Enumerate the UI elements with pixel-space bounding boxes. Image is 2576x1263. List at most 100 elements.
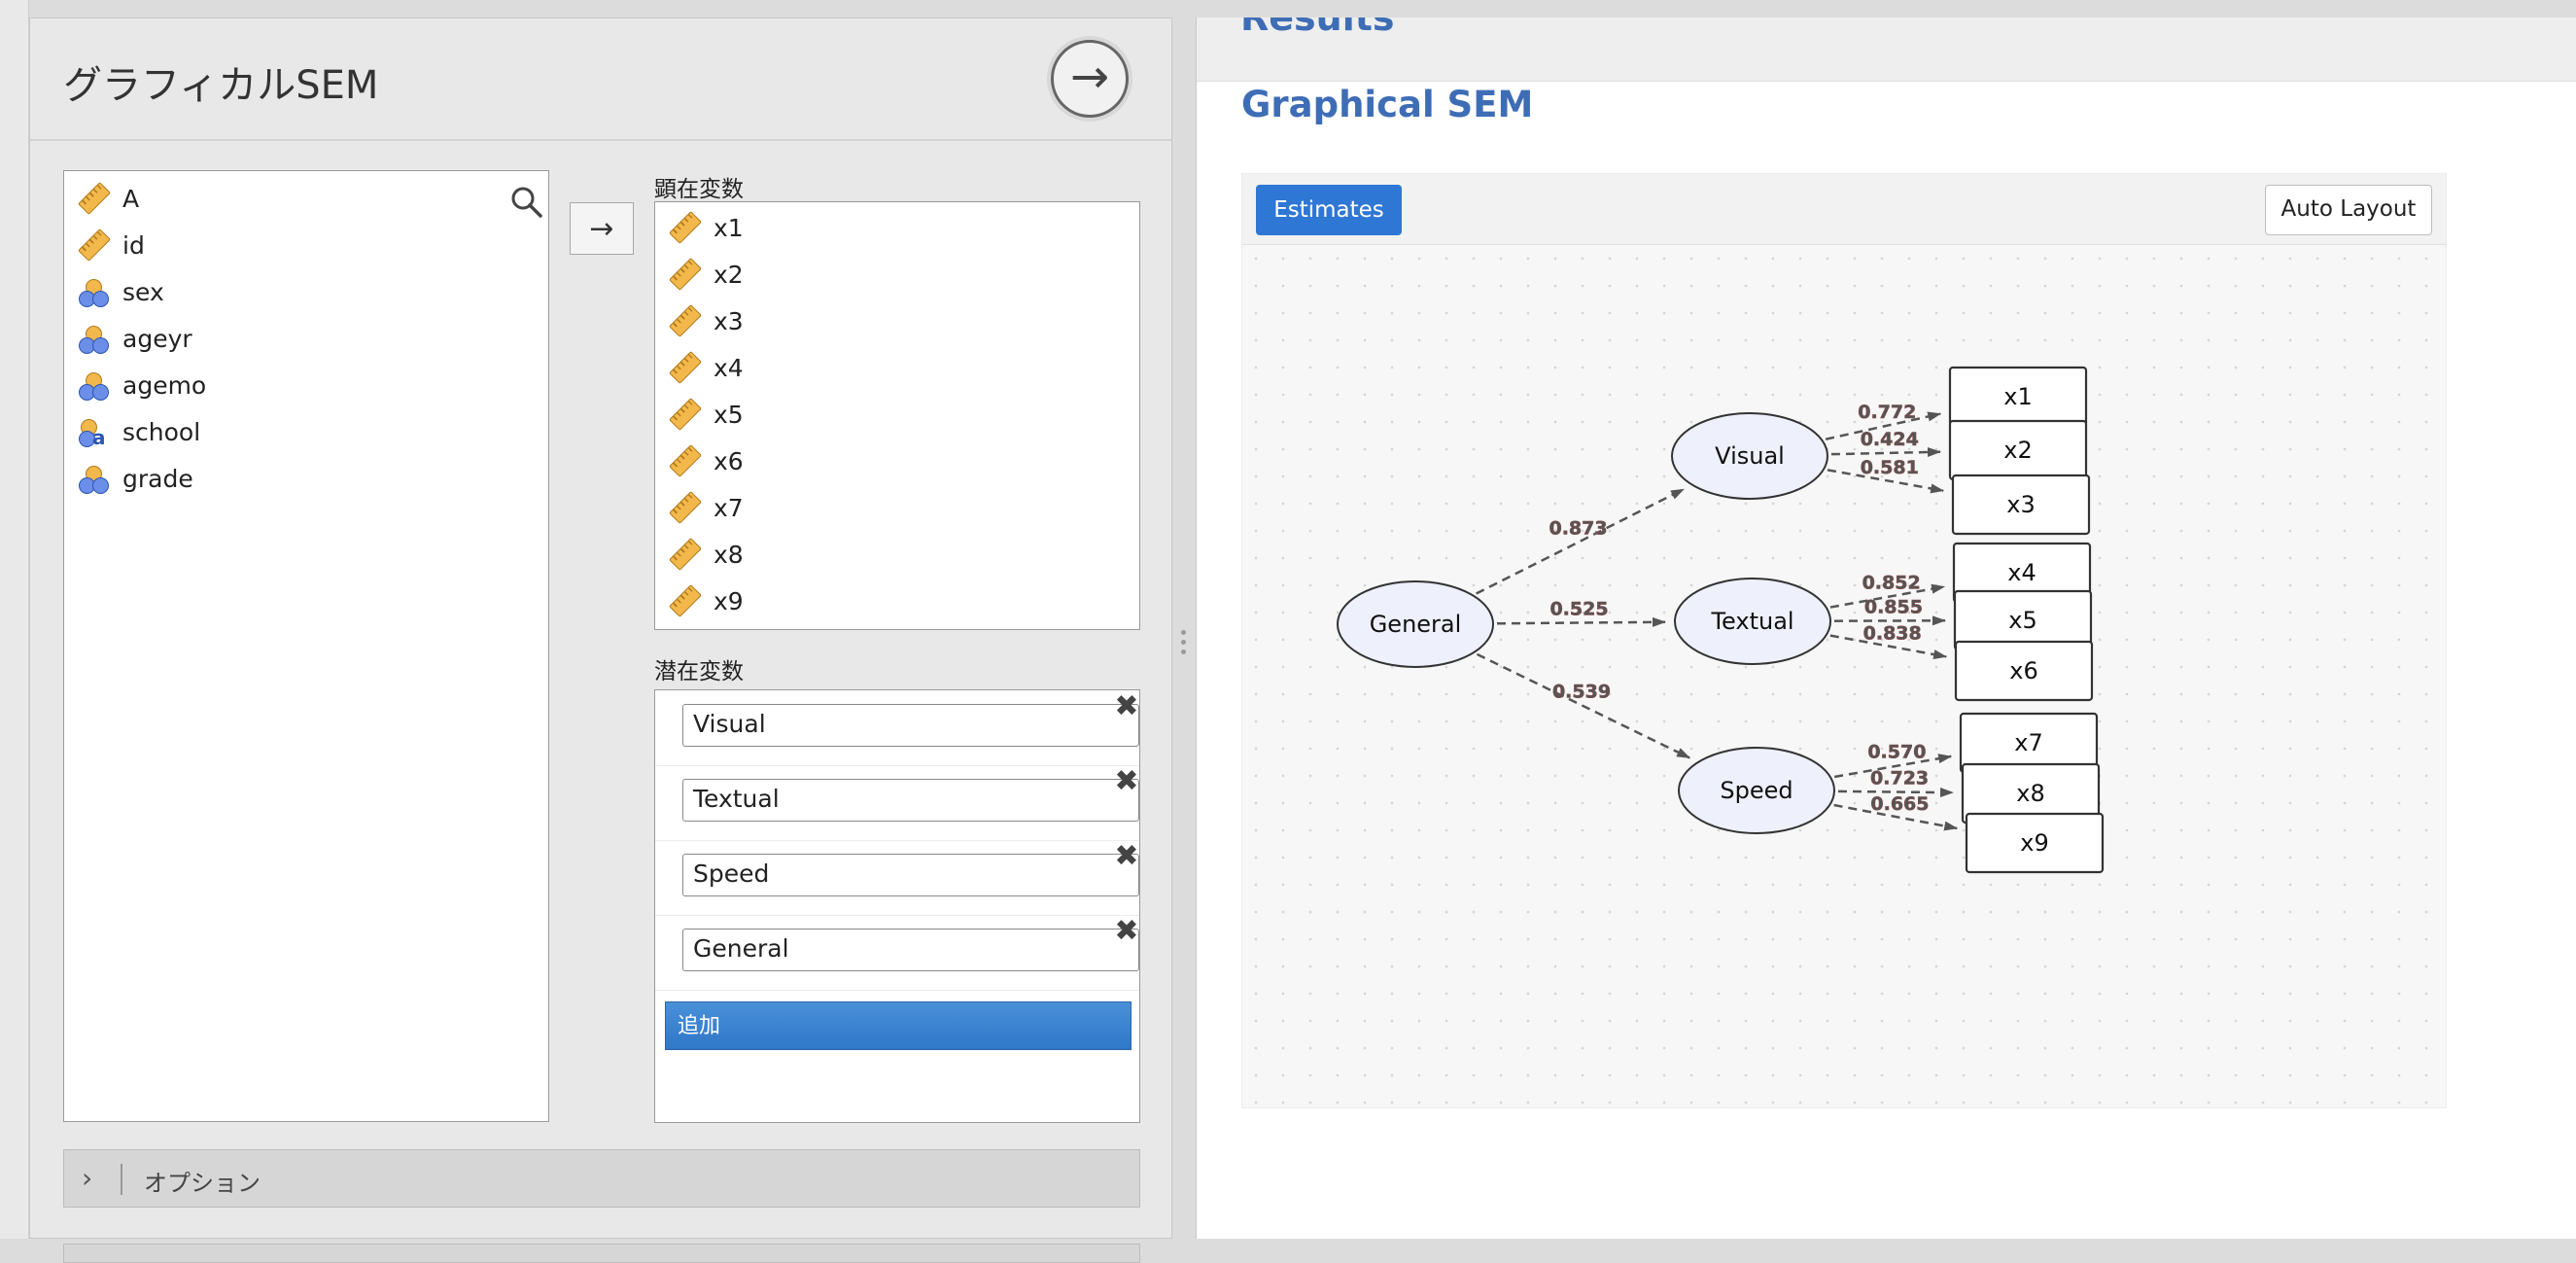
close-icon[interactable]: ✖ <box>1112 842 1141 871</box>
manifest-variables-list[interactable]: x1 x2 x3 x4 x5 x6 x7 x8 x9 <box>654 201 1140 630</box>
path-estimate-label: 0.525 <box>1549 599 1608 620</box>
ruler-icon <box>667 211 700 244</box>
latent-variables-list: Visual✖Textual✖Speed✖General✖ 追加 <box>654 689 1140 1123</box>
path-estimate-label: 0.665 <box>1870 793 1929 815</box>
variable-item[interactable]: grade <box>76 459 193 498</box>
latent-row: General✖ <box>655 915 1139 991</box>
arrow-right-circle-icon: → <box>1070 53 1109 100</box>
diagram-toolbar: Estimates Auto Layout <box>1242 174 2446 245</box>
sem-diagram-container: Estimates Auto Layout 0.873 0.525 0.539 0.7… <box>1241 173 2447 1108</box>
latent-node[interactable]: Visual <box>1672 413 1828 499</box>
search-icon[interactable] <box>507 183 546 222</box>
manifest-item[interactable]: x9 <box>667 581 744 620</box>
variable-item[interactable]: ageyr <box>76 319 192 358</box>
manifest-item[interactable]: x1 <box>667 208 744 247</box>
close-icon[interactable]: ✖ <box>1112 917 1141 946</box>
variable-name: id <box>122 231 145 260</box>
latent-row: Textual✖ <box>655 765 1139 841</box>
variable-name: sex <box>122 278 164 306</box>
manifest-item[interactable]: x5 <box>667 395 744 434</box>
close-icon[interactable]: ✖ <box>1112 767 1141 796</box>
node-label: x5 <box>2008 607 2036 634</box>
path-estimate-label: 0.581 <box>1861 457 1919 478</box>
estimates-button[interactable]: Estimates <box>1256 185 1402 235</box>
nominal-icon <box>76 368 109 402</box>
variable-item[interactable]: id <box>76 226 145 264</box>
node-label: General <box>1370 611 1462 638</box>
close-icon[interactable]: ✖ <box>1112 692 1141 721</box>
variable-item[interactable]: sex <box>76 272 164 311</box>
path-arrow[interactable] <box>1477 489 1684 593</box>
manifest-item[interactable]: x2 <box>667 255 744 294</box>
panel-splitter[interactable] <box>1172 0 1196 1239</box>
path-estimate-label: 0.772 <box>1858 402 1916 423</box>
run-arrow-button[interactable]: → <box>1051 40 1129 118</box>
auto-layout-button[interactable]: Auto Layout <box>2265 185 2432 235</box>
manifest-item[interactable]: x4 <box>667 348 744 387</box>
manifest-item[interactable]: x7 <box>667 488 744 527</box>
observed-node[interactable]: x3 <box>1953 475 2089 534</box>
path-arrow[interactable] <box>1477 654 1689 758</box>
manifest-item[interactable]: x8 <box>667 535 744 574</box>
sem-diagram-canvas[interactable]: 0.8730.5250.5390.7720.4240.5810.8520.855… <box>1242 245 2448 1109</box>
chevron-right-icon: › <box>82 1162 92 1194</box>
latent-name-input[interactable]: Visual <box>682 704 1139 747</box>
node-label: x1 <box>2003 383 2032 410</box>
variable-item[interactable]: agemo <box>76 366 206 404</box>
left-edge-strip <box>0 0 29 1239</box>
latent-name-input[interactable]: General <box>682 929 1139 971</box>
variable-name: x1 <box>714 214 744 242</box>
node-label: x9 <box>2020 829 2048 857</box>
ruler-icon <box>667 491 700 524</box>
latent-name-input[interactable]: Textual <box>682 779 1139 822</box>
path-estimate-label: 0.873 <box>1549 518 1607 540</box>
observed-node[interactable]: x2 <box>1950 421 2086 479</box>
variable-name: ageyr <box>122 325 192 353</box>
path-arrow[interactable] <box>1497 622 1665 623</box>
variable-item[interactable]: aschool <box>76 412 200 451</box>
latent-node[interactable]: Textual <box>1675 579 1830 664</box>
variable-name: grade <box>122 465 193 493</box>
latent-name-input[interactable]: Speed <box>682 854 1139 896</box>
variable-name: school <box>122 418 200 446</box>
nominal-text-icon: a <box>76 415 109 448</box>
observed-node[interactable]: x6 <box>1956 642 2092 700</box>
latent-node[interactable]: Speed <box>1679 748 1834 833</box>
options-section-header[interactable]: › オプション <box>63 1149 1140 1208</box>
latent-row: Visual✖ <box>655 690 1139 766</box>
path-estimate-label: 0.723 <box>1870 768 1929 789</box>
sem-diagram: 0.8730.5250.5390.7720.4240.5810.8520.855… <box>1242 245 2448 1109</box>
next-section-header[interactable] <box>63 1244 1140 1263</box>
latent-node[interactable]: General <box>1338 581 1493 667</box>
node-label: x7 <box>2014 729 2042 756</box>
manifest-item[interactable]: x3 <box>667 301 744 340</box>
ruler-icon <box>667 304 700 337</box>
path-estimate-label: 0.852 <box>1862 572 1921 593</box>
variable-name: x6 <box>714 447 744 475</box>
ruler-icon <box>667 584 700 617</box>
manifest-item[interactable]: x6 <box>667 441 744 480</box>
results-header-bar: Results <box>1197 18 2576 82</box>
manifest-variables-label: 顕在変数 <box>654 170 744 203</box>
variable-name: agemo <box>122 371 206 400</box>
latent-row: Speed✖ <box>655 840 1139 916</box>
path-estimate-label: 0.539 <box>1552 681 1611 702</box>
latent-variables-label: 潜在変数 <box>654 652 744 685</box>
variable-name: x2 <box>714 261 744 289</box>
arrow-right-icon: → <box>589 212 613 246</box>
observed-node[interactable]: x9 <box>1967 814 2103 872</box>
nominal-icon <box>76 322 109 355</box>
variable-source-list[interactable]: Aidsexageyragemoaschoolgrade <box>63 170 549 1122</box>
node-label: x4 <box>2007 559 2036 586</box>
path-arrow[interactable] <box>1831 452 1940 454</box>
variable-name: x4 <box>714 354 744 382</box>
variable-name: x7 <box>714 494 744 522</box>
add-latent-button[interactable]: 追加 <box>665 1001 1131 1050</box>
assign-variable-button[interactable]: → <box>570 202 634 255</box>
variable-item[interactable]: A <box>76 179 139 218</box>
observed-node[interactable]: x1 <box>1950 368 2086 426</box>
path-estimate-label: 0.838 <box>1863 622 1922 644</box>
options-label: オプション <box>144 1164 261 1198</box>
results-panel: Results Graphical SEM Estimates Auto Lay… <box>1196 18 2576 1239</box>
path-estimate-label: 0.855 <box>1864 596 1923 617</box>
